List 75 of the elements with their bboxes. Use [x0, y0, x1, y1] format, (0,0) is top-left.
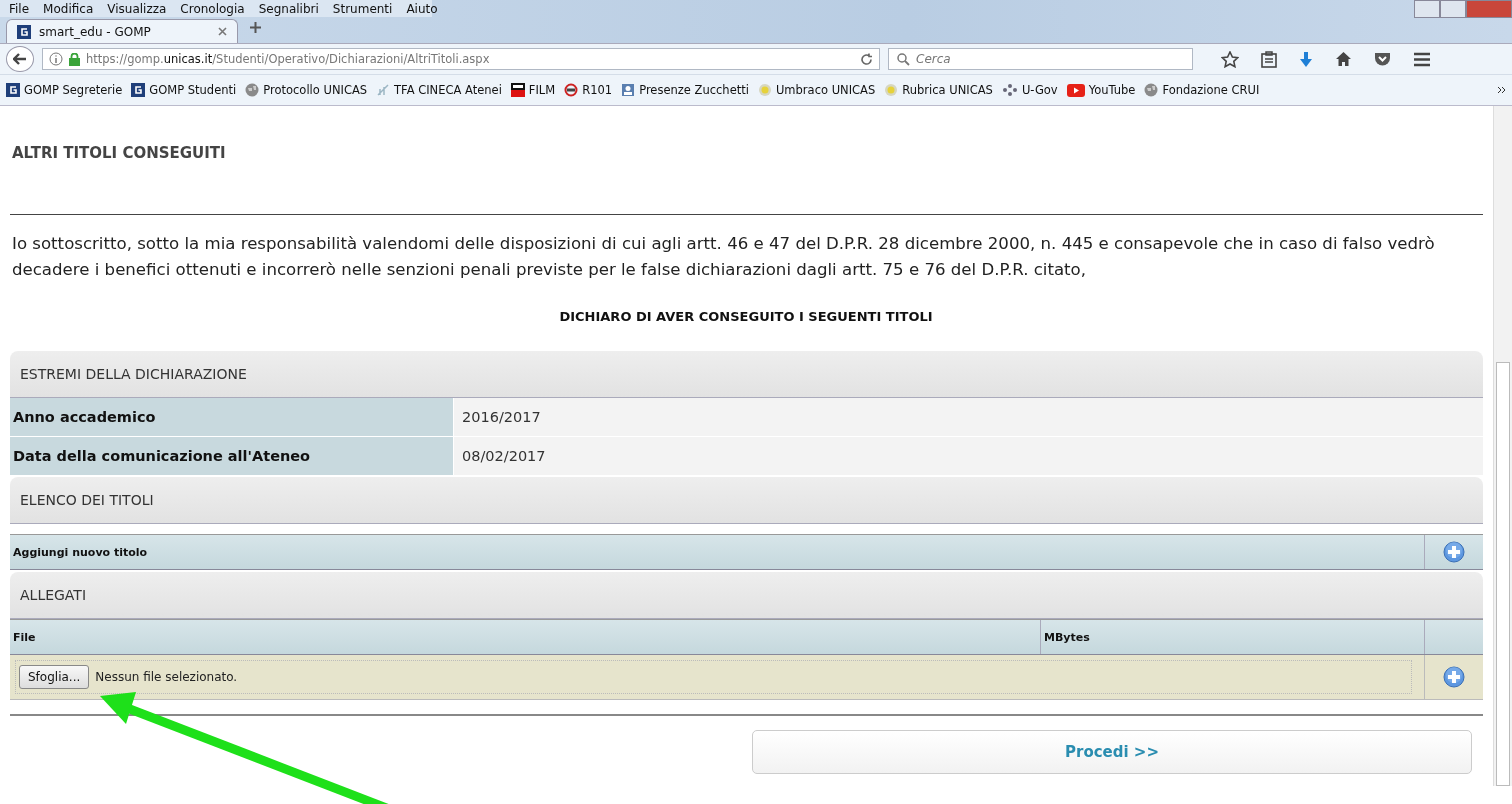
bookmark-label[interactable]: Fondazione CRUI: [1162, 83, 1260, 97]
search-box[interactable]: Cerca: [888, 48, 1193, 70]
declaration-text: Io sottoscritto, sotto la mia responsabilità valendomi delle disposizioni di cui agli artt. 46 e 47 del D.P.R. 28 dicembre 2000, n. 445 e consapevole che in caso di falso vedrò decadere i benefici ottenuti e incorrerò nelle senzioni penali previste per le false dichiarazioni dagli artt. 75 e 76 del D.P.R. citato,: [12, 233, 1436, 281]
radio-icon: [564, 83, 579, 97]
menu-item[interactable]: Segnalibri: [251, 1, 326, 16]
gomp-logo-icon: [17, 24, 31, 39]
badge-icon: [621, 83, 636, 97]
browse-button[interactable]: Sfoglia...: [19, 665, 90, 689]
home-icon[interactable]: [1335, 51, 1352, 67]
section-header: ESTREMI DELLA DICHIARAZIONE: [10, 351, 1483, 398]
film-icon: [510, 83, 525, 97]
menu-item[interactable]: Strumenti: [325, 1, 400, 16]
section-header: ELENCO DEI TITOLI: [10, 477, 1483, 524]
close-tab-icon[interactable]: [218, 27, 227, 36]
gomp-logo-icon: [6, 83, 20, 97]
chevron-icon[interactable]: [1497, 86, 1506, 94]
url-text: https://gomp.unicas.it/Studenti/Operativo/Dichiarazioni/AltriTitoli.aspx: [86, 52, 491, 66]
sun-icon: [884, 83, 899, 97]
star-icon[interactable]: [1221, 50, 1239, 68]
menu-icon[interactable]: [1413, 51, 1431, 67]
field-label: Anno accademico: [10, 398, 454, 436]
padlock-icon: [69, 52, 80, 66]
bookmark-label[interactable]: U-Gov: [1021, 83, 1058, 97]
gomp-logo-icon: [131, 83, 146, 97]
scrollbar-thumb[interactable]: [1496, 362, 1510, 786]
column-header: File: [10, 620, 1041, 654]
section-subtitle: DICHIARO DI AVER CONSEGUITO I SEGUENTI TITOLI: [558, 309, 934, 324]
globe-icon: [1144, 83, 1159, 97]
search-field[interactable]: Cerca: [916, 52, 1166, 66]
field-value: 2016/2017: [454, 398, 1483, 436]
bookmark-label[interactable]: YouTube: [1088, 83, 1136, 97]
menu-item[interactable]: Visualizza: [100, 1, 174, 16]
bookmark-label[interactable]: Umbraco UNICAS: [775, 83, 876, 97]
menu-item[interactable]: File: [2, 1, 37, 16]
browser-tab[interactable]: smart_edu - GOMP: [6, 19, 238, 43]
back-button[interactable]: [6, 46, 34, 72]
sun-icon: [757, 83, 772, 97]
back-arrow-icon: [13, 53, 27, 65]
maximize-button[interactable]: [1440, 0, 1466, 18]
field-value: 08/02/2017: [454, 437, 1483, 475]
bookmark-label[interactable]: Presenze Zucchetti: [639, 83, 749, 97]
file-input-field[interactable]: Sfoglia... Nessun file selezionato.: [15, 660, 1412, 694]
scrollbar[interactable]: [1493, 106, 1512, 786]
column-header: MBytes: [1041, 620, 1425, 654]
search-icon: [897, 52, 910, 66]
bookmark-label[interactable]: Rubrica UNICAS: [902, 83, 993, 97]
bookmark-label[interactable]: GOMP Studenti: [149, 83, 237, 97]
download-icon[interactable]: [1299, 50, 1313, 68]
dots-icon: [1001, 83, 1018, 97]
bookmark-label[interactable]: R101: [582, 83, 613, 97]
info-icon: [49, 52, 63, 66]
add-icon[interactable]: [1443, 666, 1465, 688]
pocket-icon[interactable]: [1374, 51, 1391, 67]
bookmark-label[interactable]: FILM: [528, 83, 556, 97]
leaf-icon: [376, 83, 391, 97]
globe-icon: [245, 83, 260, 97]
new-tab-icon[interactable]: [250, 22, 261, 33]
reload-icon[interactable]: [860, 52, 873, 66]
add-icon[interactable]: [1443, 541, 1465, 563]
menu-item[interactable]: Modifica: [36, 1, 101, 16]
page-title: ALTRI TITOLI CONSEGUITI: [10, 140, 1483, 215]
column-header: Aggiungi nuovo titolo: [10, 535, 1425, 569]
reading-list-icon[interactable]: [1261, 50, 1277, 68]
menu-item[interactable]: Cronologia: [173, 1, 252, 16]
section-header: ALLEGATI: [10, 572, 1483, 619]
file-status-text: Nessun file selezionato.: [95, 670, 238, 684]
bookmark-label[interactable]: GOMP Segreterie: [24, 83, 123, 97]
minimize-button[interactable]: [1414, 0, 1440, 18]
bookmark-label[interactable]: TFA CINECA Atenei: [394, 83, 502, 97]
field-label: Data della comunicazione all'Ateneo: [10, 437, 454, 475]
bookmark-label[interactable]: Protocollo UNICAS: [263, 83, 368, 97]
youtube-icon: [1066, 83, 1085, 97]
address-field[interactable]: https://gomp.unicas.it/Studenti/Operativo/Dichiarazioni/AltriTitoli.aspx: [42, 48, 880, 70]
menu-item[interactable]: Aiuto: [399, 1, 445, 16]
proceed-button[interactable]: Procedi >>: [752, 730, 1472, 774]
